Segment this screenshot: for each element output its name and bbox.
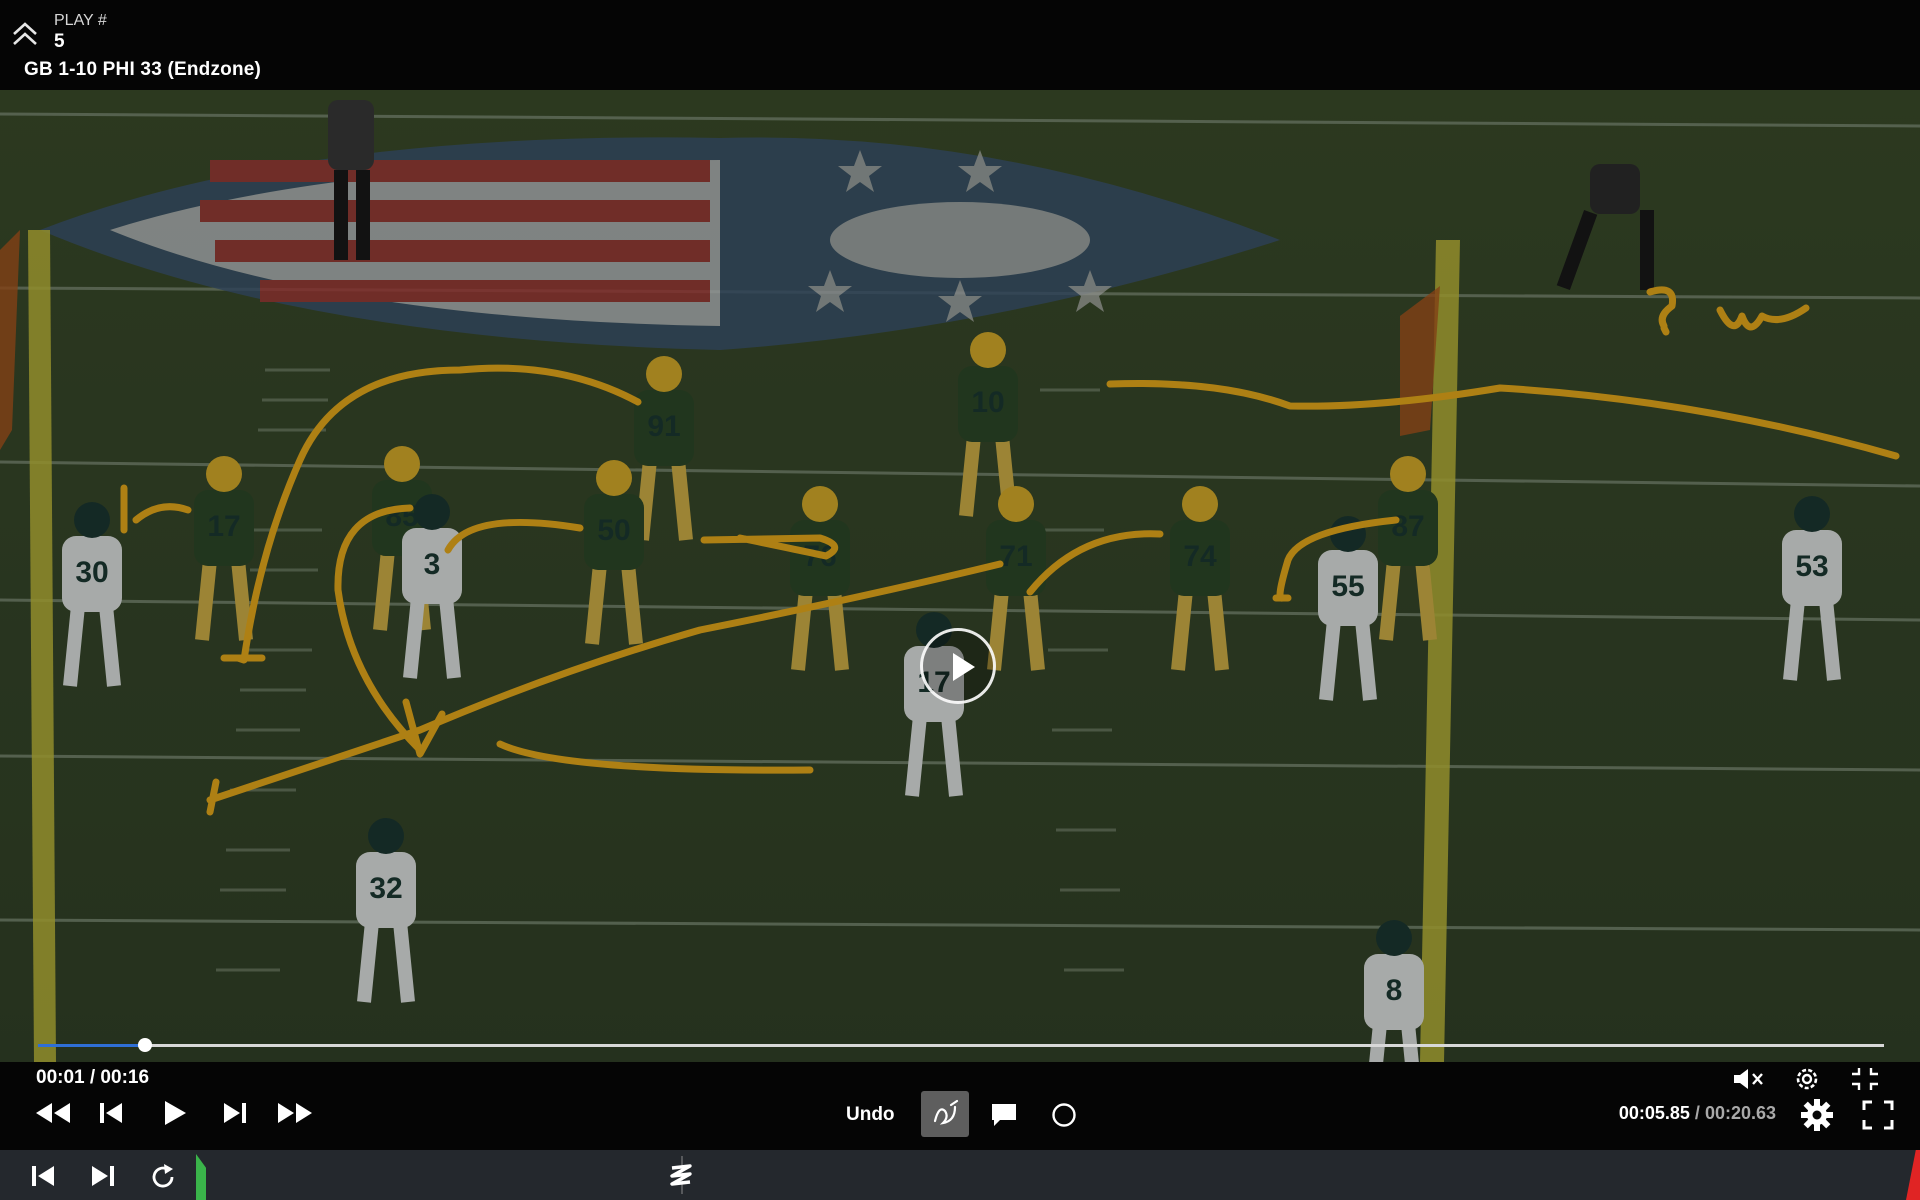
clip-navigation-bar (0, 1150, 1920, 1200)
step-back-icon[interactable] (98, 1101, 124, 1125)
play-header: PLAY # 5 GB 1-10 PHI 33 (Endzone) (0, 0, 1920, 90)
video-frame[interactable]: 17 85 91 50 76 10 71 74 87 30 3 17 55 53 32 8 (0, 90, 1920, 1062)
skip-to-start-icon[interactable] (30, 1164, 56, 1188)
play-icon[interactable] (162, 1099, 188, 1127)
fullscreen-icon[interactable] (1862, 1100, 1894, 1130)
clip-time-current: 00:05.85 (1618, 1103, 1690, 1123)
play-label: PLAY # (54, 12, 107, 29)
scrubber-progress (38, 1044, 146, 1047)
clip-time-separator: / (1689, 1103, 1705, 1123)
center-play-button[interactable] (920, 628, 996, 704)
replay-icon[interactable] (148, 1162, 178, 1192)
video-scrubber[interactable] (38, 1038, 1884, 1052)
field-view: 17 859150761071 748730 3175553328 (0, 90, 1920, 1062)
settings-icon[interactable] (1792, 1064, 1822, 1094)
play-number: 5 (54, 31, 65, 52)
mute-icon[interactable] (1732, 1066, 1764, 1092)
exit-fullscreen-icon[interactable] (1850, 1066, 1880, 1092)
rewind-icon[interactable] (34, 1101, 72, 1125)
clip-time-total: 00:20.63 (1704, 1103, 1776, 1123)
clip-time: 00:05.85 / 00:20.63 (1619, 1103, 1776, 1124)
pen-draw-icon (933, 1099, 959, 1125)
skip-to-end-icon[interactable] (90, 1164, 116, 1188)
play-icon (953, 653, 975, 681)
circle-tool-icon[interactable] (1050, 1101, 1078, 1129)
chevrons-up-icon[interactable] (10, 20, 40, 50)
gear-icon[interactable] (1800, 1098, 1834, 1132)
pen-tool-button[interactable] (921, 1091, 969, 1137)
step-forward-icon[interactable] (222, 1101, 248, 1125)
down-distance-info: GB 1-10 PHI 33 (Endzone) (24, 59, 262, 80)
scrubber-handle[interactable] (138, 1038, 153, 1052)
telestrator-icon[interactable] (664, 1156, 700, 1194)
elapsed-time: 00:01 / 00:16 (36, 1067, 150, 1088)
fast-forward-icon[interactable] (276, 1101, 314, 1125)
comment-icon[interactable] (990, 1102, 1018, 1128)
undo-button[interactable]: Undo (846, 1104, 895, 1126)
